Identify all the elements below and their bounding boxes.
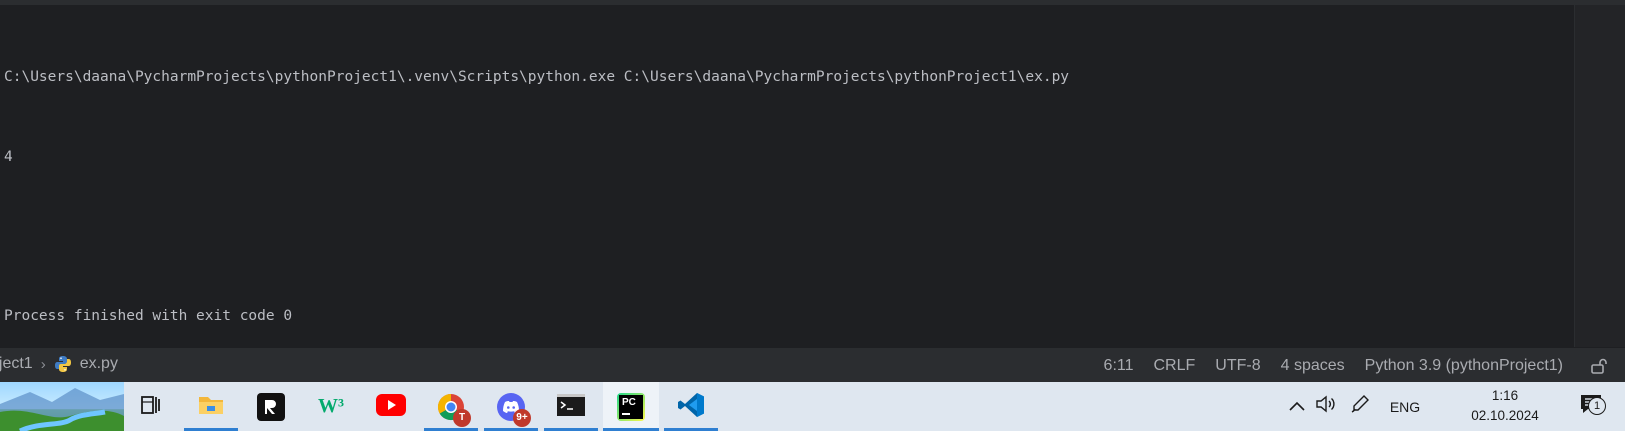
chrome-icon: T xyxy=(437,393,471,427)
python-interpreter[interactable]: Python 3.9 (pythonProject1) xyxy=(1355,357,1573,375)
taskbar-discord[interactable]: 9+ xyxy=(484,382,538,431)
windows-taskbar: W³ T 9+ PC ENG 1:16 02.10.2024 1 xyxy=(0,382,1625,431)
pen-icon xyxy=(1350,394,1370,419)
taskbar-youtube[interactable] xyxy=(364,382,418,431)
console-line-exit: Process finished with exit code 0 xyxy=(4,307,293,324)
desktop-wallpaper-thumbnail xyxy=(0,382,124,431)
system-tray: ENG 1:16 02.10.2024 1 xyxy=(1265,382,1625,431)
taskbar-vscode[interactable] xyxy=(664,382,718,431)
taskbar-file-explorer[interactable] xyxy=(184,382,238,431)
unread-badge: 9+ xyxy=(513,408,531,427)
indent-setting[interactable]: 4 spaces xyxy=(1271,357,1355,375)
pycharm-logo-text: PC xyxy=(622,396,636,408)
youtube-icon xyxy=(376,393,406,420)
taskbar-roblox[interactable] xyxy=(244,382,298,431)
breadcrumb-file[interactable]: ex.py xyxy=(80,355,118,373)
ide-status-bar: oject1 › ex.py 6:11 CRLF UTF-8 4 spaces … xyxy=(0,347,1625,382)
clock-date: 02.10.2024 xyxy=(1471,408,1539,423)
notification-center-icon: 1 xyxy=(1580,394,1606,419)
volume-button[interactable] xyxy=(1311,382,1341,431)
terminal-icon xyxy=(557,393,585,420)
pycharm-logo: PC xyxy=(619,394,643,419)
console-line-output: 4 xyxy=(4,148,13,165)
unlock-icon[interactable] xyxy=(1573,357,1625,375)
chevron-up-icon xyxy=(1289,398,1305,416)
roblox-icon xyxy=(257,392,285,421)
breadcrumb-project[interactable]: oject1 xyxy=(0,355,33,373)
pycharm-icon: PC xyxy=(617,392,645,421)
pycharm-logo-bar xyxy=(622,412,630,415)
line-separator[interactable]: CRLF xyxy=(1144,357,1206,375)
file-encoding[interactable]: UTF-8 xyxy=(1205,357,1270,375)
status-widgets: 6:11 CRLF UTF-8 4 spaces Python 3.9 (pyt… xyxy=(1094,348,1625,383)
console-scrollbar[interactable] xyxy=(1574,5,1625,347)
w3schools-icon: W³ xyxy=(318,395,344,417)
speaker-icon xyxy=(1315,395,1337,418)
profile-badge: T xyxy=(453,408,471,427)
notifications-button[interactable]: 1 xyxy=(1575,382,1607,431)
run-console[interactable]: C:\Users\daana\PycharmProjects\pythonPro… xyxy=(0,0,1625,347)
taskbar-chrome[interactable]: T xyxy=(424,382,478,431)
console-line-command: C:\Users\daana\PycharmProjects\pythonPro… xyxy=(4,69,1070,85)
vscode-icon xyxy=(677,391,705,423)
clock-time: 1:16 xyxy=(1491,388,1519,403)
folder-icon xyxy=(197,393,225,421)
discord-icon: 9+ xyxy=(497,392,531,427)
chevron-right-icon: › xyxy=(40,355,46,373)
clock[interactable]: 1:16 02.10.2024 xyxy=(1445,386,1565,426)
language-indicator[interactable]: ENG xyxy=(1383,382,1427,431)
breadcrumb: oject1 › ex.py xyxy=(0,355,118,373)
console-output: C:\Users\daana\PycharmProjects\pythonPro… xyxy=(4,11,1069,382)
notification-count-badge: 1 xyxy=(1588,397,1606,415)
task-view-button[interactable] xyxy=(124,382,178,431)
caret-position[interactable]: 6:11 xyxy=(1094,357,1144,375)
taskbar-pycharm[interactable]: PC xyxy=(603,382,659,431)
show-hidden-icons-button[interactable] xyxy=(1283,382,1311,431)
taskbar-terminal[interactable] xyxy=(544,382,598,431)
python-file-icon xyxy=(54,355,72,373)
task-view-icon xyxy=(139,393,163,421)
pen-menu-button[interactable] xyxy=(1345,382,1375,431)
taskbar-w3schools[interactable]: W³ xyxy=(304,382,358,431)
